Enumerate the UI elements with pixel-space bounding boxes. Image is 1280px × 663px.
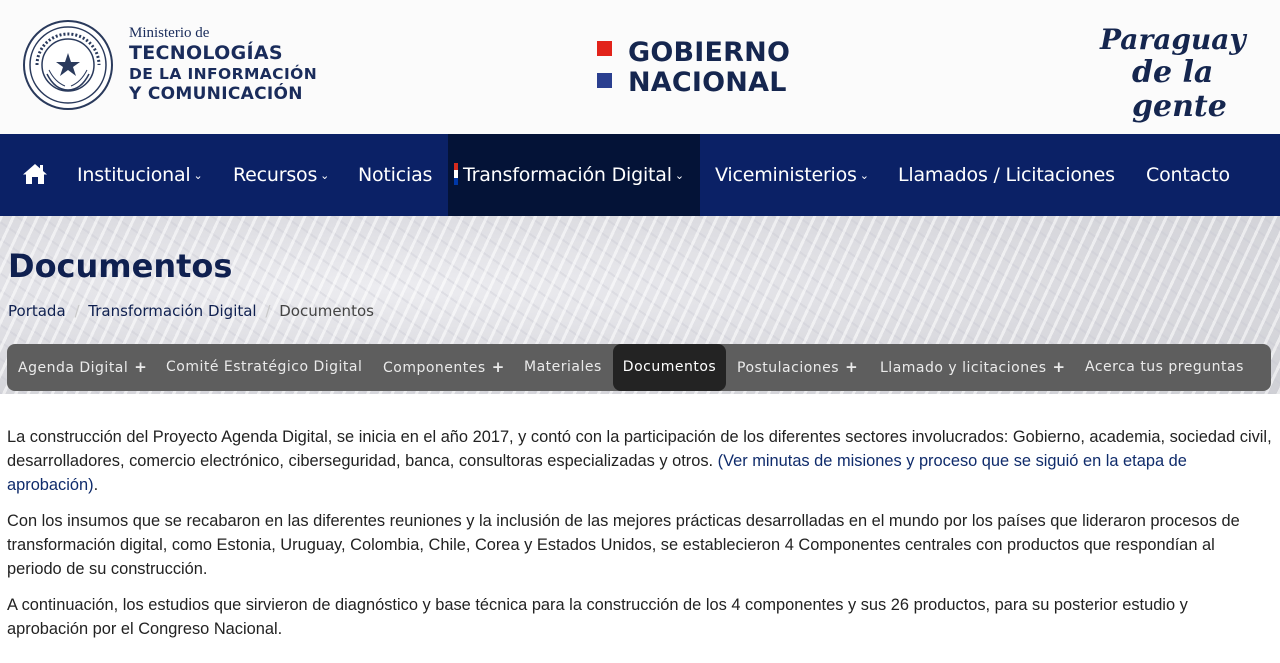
chevron-down-icon: ⌄ (674, 169, 684, 182)
paragraph-2: Con los insumos que se recabaron en las … (7, 512, 1240, 578)
main-content: La construcción del Proyecto Agenda Digi… (7, 425, 1272, 653)
ministry-line-2: TECNOLOGÍAS (129, 42, 283, 64)
breadcrumb: Portada / Transformación Digital / Docum… (8, 302, 388, 320)
republic-seal-logo[interactable] (23, 20, 113, 110)
submenu-acerca-preguntas[interactable]: Acerca tus preguntas (1085, 344, 1244, 391)
ministry-line-1: Ministerio de (129, 25, 210, 41)
paragraph-3: A continuación, los estudios que sirvier… (7, 596, 1188, 638)
submenu-documentos[interactable]: Documentos (613, 344, 726, 391)
paraguay-flag-icon (454, 163, 458, 185)
chevron-down-icon: ⌄ (859, 169, 869, 182)
breadcrumb-portada[interactable]: Portada (8, 302, 66, 320)
submenu-componentes[interactable]: Componentes + (383, 344, 505, 391)
paraguay-de-la-gente-logo[interactable]: Paraguay de la gente (1100, 24, 1280, 124)
nav-label: Contacto (1146, 164, 1230, 186)
submenu-label: Postulaciones (737, 360, 840, 376)
submenu-label: Comité Estratégico Digital (166, 359, 363, 375)
plus-icon: + (491, 358, 505, 376)
page-title: Documentos (8, 247, 233, 285)
gobierno-line-1: GOBIERNO (628, 37, 791, 68)
nav-noticias[interactable]: Noticias (358, 134, 432, 216)
nav-label: Llamados / Licitaciones (898, 164, 1115, 186)
submenu-label: Acerca tus preguntas (1085, 359, 1244, 375)
nav-recursos[interactable]: Recursos ⌄ (233, 134, 329, 216)
nav-label: Recursos (233, 164, 318, 186)
paragraph-1: La construcción del Proyecto Agenda Digi… (7, 425, 1272, 497)
main-nav: Institucional ⌄ Recursos ⌄ Noticias Transf… (0, 134, 1280, 216)
blue-square-icon (597, 73, 612, 88)
slogan-line-1: Paraguay (1100, 23, 1246, 56)
chevron-down-icon: ⌄ (320, 169, 330, 182)
breadcrumb-separator: / (265, 302, 271, 320)
paragraph-1-end: . (93, 476, 99, 494)
submenu-materiales[interactable]: Materiales (524, 344, 602, 391)
plus-icon: + (1052, 358, 1066, 376)
nav-viceministerios[interactable]: Viceministerios ⌄ (715, 134, 869, 216)
plus-icon: + (134, 358, 148, 376)
ministry-line-3: DE LA INFORMACIÓN (129, 65, 318, 83)
section-submenu: Agenda Digital + Comité Estratégico Digit… (7, 344, 1271, 391)
submenu-comite-estrategico[interactable]: Comité Estratégico Digital (166, 344, 362, 391)
chevron-down-icon: ⌄ (193, 169, 203, 182)
breadcrumb-transformacion-digital[interactable]: Transformación Digital (88, 302, 256, 320)
nav-institucional[interactable]: Institucional ⌄ (77, 134, 203, 216)
red-square-icon (597, 41, 612, 56)
nav-label: Noticias (358, 164, 433, 186)
submenu-llamado-licitaciones[interactable]: Llamado y licitaciones + (880, 344, 1066, 391)
submenu-postulaciones[interactable]: Postulaciones + (737, 344, 858, 391)
submenu-agenda-digital[interactable]: Agenda Digital + (18, 344, 147, 391)
submenu-label: Documentos (622, 359, 717, 375)
slogan-line-2: de la gente (1132, 55, 1227, 124)
nav-label: Institucional (77, 164, 191, 186)
plus-icon: + (845, 358, 859, 376)
submenu-label: Agenda Digital (18, 360, 129, 376)
nav-contacto[interactable]: Contacto (1146, 134, 1230, 216)
ministry-name[interactable]: Ministerio de TECNOLOGÍAS DE LA INFORMAC… (129, 24, 317, 104)
submenu-label: Componentes (383, 360, 486, 376)
submenu-label: Llamado y licitaciones (880, 360, 1047, 376)
nav-llamados-licitaciones[interactable]: Llamados / Licitaciones (898, 134, 1115, 216)
submenu-label: Materiales (524, 359, 602, 375)
nav-transformacion-digital[interactable]: Transformación Digital ⌄ (448, 134, 700, 216)
nav-label: Viceministerios (715, 164, 857, 186)
nav-label: Transformación Digital (463, 164, 672, 186)
home-icon[interactable] (22, 162, 48, 186)
ministry-line-4: Y COMUNICACIÓN (129, 84, 303, 104)
site-header: Ministerio de TECNOLOGÍAS DE LA INFORMAC… (0, 0, 1280, 134)
breadcrumb-separator: / (74, 302, 80, 320)
breadcrumb-current: Documentos (279, 302, 374, 320)
gobierno-line-2: NACIONAL (628, 67, 787, 98)
